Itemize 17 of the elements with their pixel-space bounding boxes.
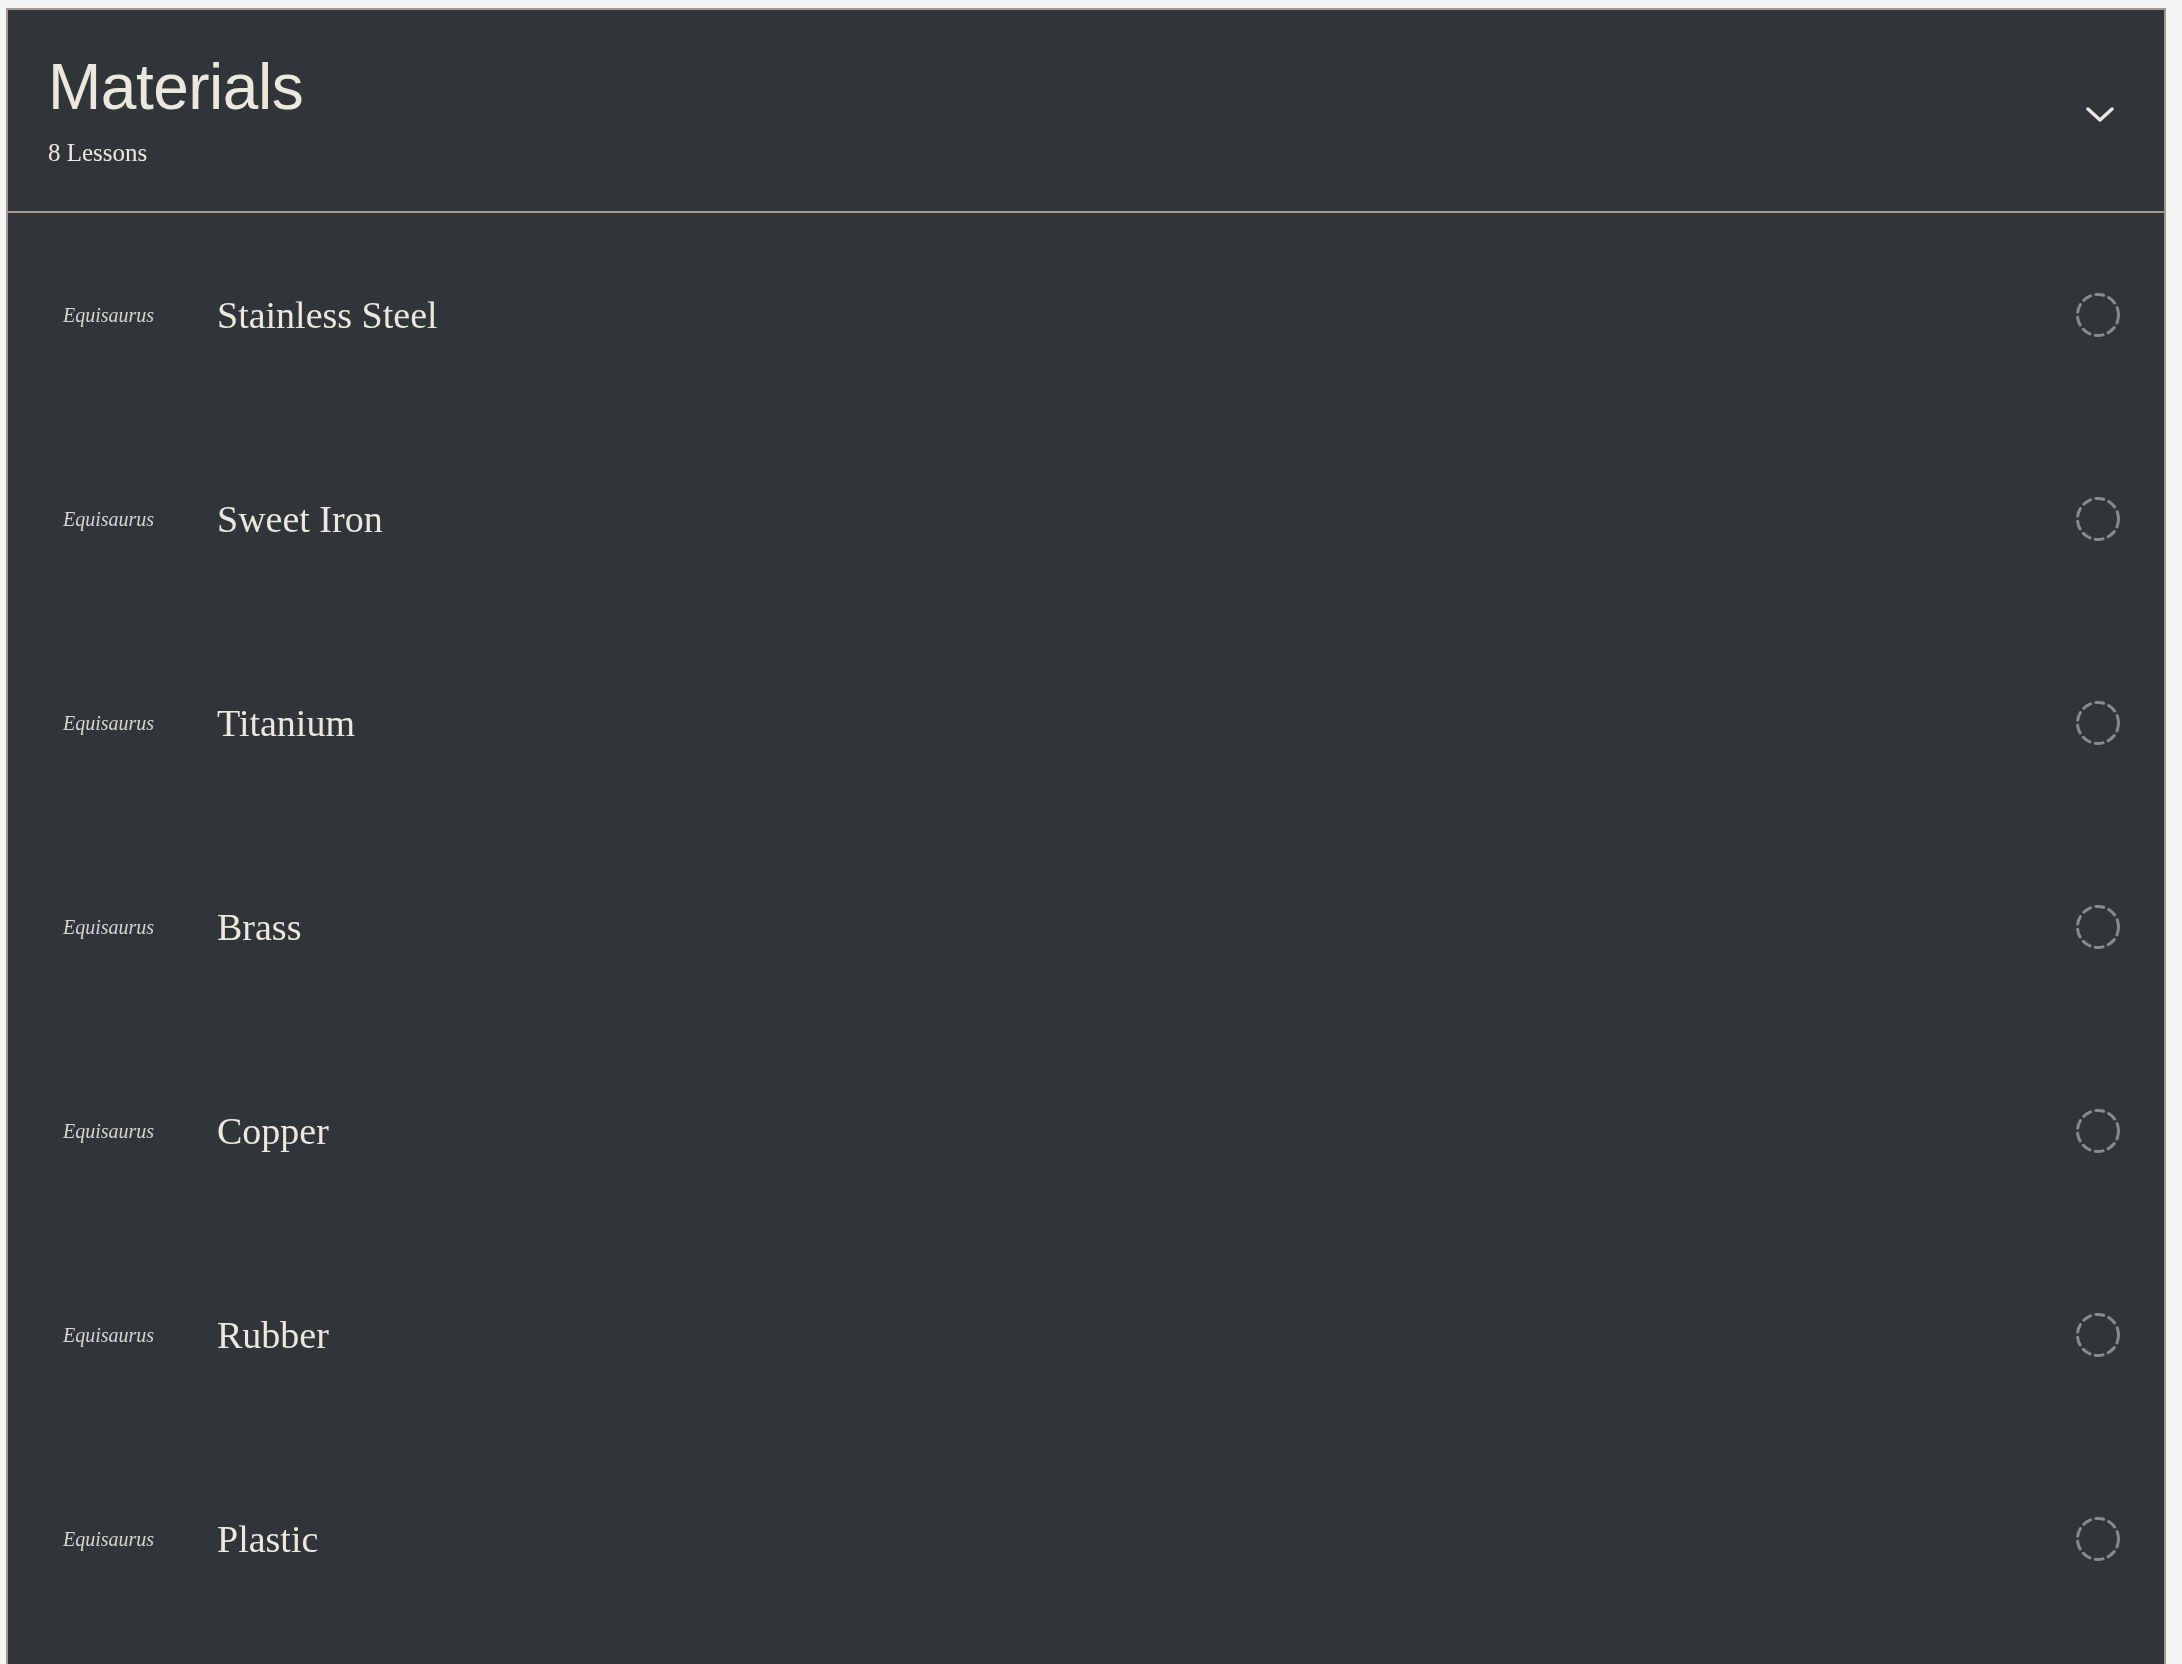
thumbnail-logo: Equisaurus (63, 1527, 155, 1551)
thumbnail-logo: Equisaurus (63, 507, 155, 531)
lesson-title[interactable]: Plastic (217, 1517, 319, 1561)
thumbnail-logo: Equisaurus (63, 303, 155, 327)
lesson-title[interactable]: Rubber (217, 1313, 329, 1357)
thumbnail-logo: Equisaurus (63, 915, 155, 939)
lesson-title[interactable]: Brass (217, 905, 302, 949)
lesson-title[interactable]: Sweet Iron (217, 497, 383, 541)
lesson-title[interactable]: Stainless Steel (217, 293, 438, 337)
chevron-icon[interactable] (2086, 107, 2114, 123)
thumbnail-logo: Equisaurus (63, 711, 155, 735)
lesson-title[interactable]: Titanium (217, 701, 355, 745)
section-title: Materials (48, 54, 304, 120)
lesson-title[interactable]: Copper (217, 1109, 329, 1153)
thumbnail-logo: Equisaurus (63, 1119, 155, 1143)
lesson-count: 8 Lessons (48, 138, 148, 168)
thumbnail-logo: Equisaurus (63, 1323, 155, 1347)
